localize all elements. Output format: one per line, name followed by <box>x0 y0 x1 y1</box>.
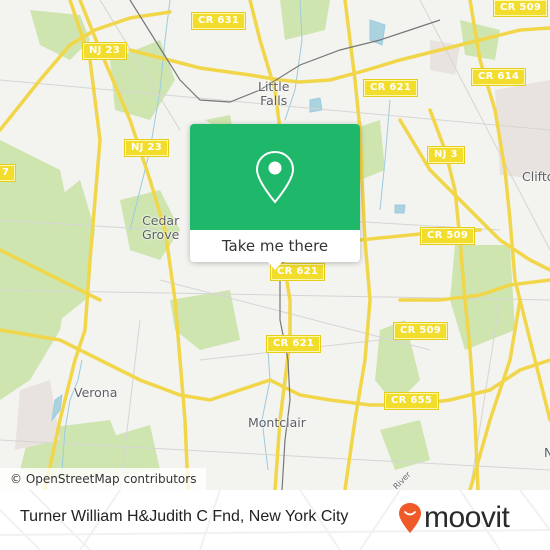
footer-bar: Turner William H&Judith C Fnd, New York … <box>0 490 550 550</box>
location-title: Turner William H&Judith C Fnd, New York … <box>20 508 349 525</box>
road-label-nj23: NJ 23 <box>82 42 127 60</box>
map-pin-icon <box>255 150 295 204</box>
road-label-cr621: CR 621 <box>265 335 322 353</box>
road-label-cr509: CR 509 <box>492 0 549 17</box>
road-label-cr655: CR 655 <box>383 392 440 410</box>
map-attribution[interactable]: © OpenStreetMap contributors <box>0 468 207 490</box>
road-label-cr631: CR 631 <box>190 12 247 30</box>
road-label-nj23: NJ 23 <box>124 139 169 157</box>
road-label-nj3: NJ 3 <box>427 146 465 164</box>
take-me-there-button[interactable]: Take me there <box>190 230 360 262</box>
location-popup[interactable]: Take me there <box>190 124 360 270</box>
road-label-cr509: CR 509 <box>419 227 476 245</box>
road-label-cr509: CR 509 <box>392 322 449 340</box>
place-label-verona: Verona <box>74 385 118 400</box>
place-label-cedar-grove: Cedar Grove <box>142 213 180 242</box>
road-label-cr621: CR 621 <box>362 79 419 97</box>
moovit-logo[interactable]: moovit <box>398 501 510 534</box>
place-label-montclair: Montclair <box>248 415 306 430</box>
place-label-clifton: Clifton <box>522 169 550 184</box>
road-label-edge: 7 <box>0 164 17 182</box>
moovit-pin-icon <box>399 503 421 533</box>
moovit-wordmark: moovit <box>424 501 510 534</box>
map-view[interactable]: CR 631 CR 509 NJ 23 CR 614 CR 621 NJ 23 … <box>0 0 550 490</box>
popup-pointer <box>267 261 283 270</box>
place-label-little-falls: Little Falls <box>258 79 290 108</box>
road-label-cr614: CR 614 <box>470 68 527 86</box>
place-label-edge: N <box>544 445 550 460</box>
popup-header <box>190 124 360 230</box>
